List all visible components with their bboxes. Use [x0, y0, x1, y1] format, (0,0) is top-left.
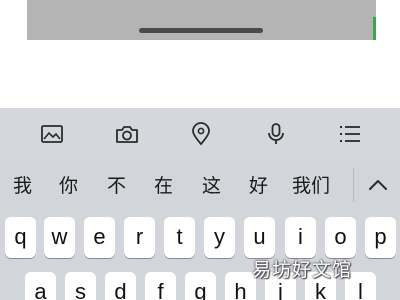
camera-icon[interactable] — [114, 122, 140, 146]
key-o[interactable]: o — [325, 217, 356, 258]
key-f[interactable]: f — [145, 272, 176, 300]
key-e[interactable]: e — [84, 217, 115, 258]
candidate-word[interactable]: 这 — [202, 172, 221, 200]
image-icon[interactable] — [39, 122, 65, 146]
phone-screen: 我 你 不 在 这 好 我们 q w e r t y u i o p a s d… — [0, 0, 400, 300]
candidate-word[interactable]: 我们 — [292, 172, 330, 200]
keyboard-toolbar — [0, 108, 400, 160]
key-s[interactable]: s — [65, 272, 96, 300]
bottom-tab-1[interactable] — [37, 0, 77, 6]
candidate-word[interactable]: 你 — [59, 172, 78, 200]
candidate-word[interactable]: 在 — [154, 172, 173, 200]
candidate-word[interactable]: 我 — [13, 172, 32, 200]
key-g[interactable]: g — [185, 272, 216, 300]
candidate-bar: 我 你 不 在 这 好 我们 — [0, 160, 400, 211]
bottom-tab-3[interactable] — [207, 0, 247, 6]
watermark: 易坊好文馆 — [252, 259, 353, 281]
chevron-up-icon[interactable] — [366, 172, 390, 198]
key-p[interactable]: p — [365, 217, 396, 258]
key-d[interactable]: d — [105, 272, 136, 300]
microphone-icon[interactable] — [263, 122, 289, 146]
key-u[interactable]: u — [244, 217, 275, 258]
home-indicator[interactable] — [139, 28, 263, 33]
candidate-divider — [353, 168, 354, 202]
bottom-tab-4[interactable] — [311, 0, 351, 6]
key-w[interactable]: w — [44, 217, 75, 258]
location-pin-icon[interactable] — [188, 122, 214, 146]
key-t[interactable]: t — [164, 217, 195, 258]
candidate-word[interactable]: 好 — [249, 172, 268, 200]
key-y[interactable]: y — [204, 217, 235, 258]
green-accent-strip — [373, 17, 376, 40]
candidate-word[interactable]: 不 — [107, 172, 126, 200]
key-i[interactable]: i — [285, 217, 316, 258]
dimmed-app-panel — [27, 0, 376, 40]
key-a[interactable]: a — [25, 272, 56, 300]
bottom-tab-2[interactable] — [119, 0, 159, 6]
key-q[interactable]: q — [5, 217, 36, 258]
list-icon[interactable] — [337, 122, 363, 146]
key-r[interactable]: r — [124, 217, 155, 258]
